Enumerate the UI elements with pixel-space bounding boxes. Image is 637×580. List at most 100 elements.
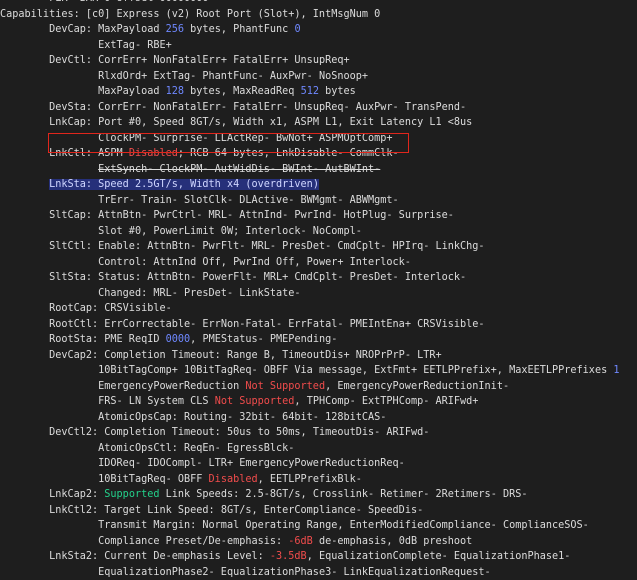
line-indent [0, 489, 49, 500]
line-text: ; RCB 64 bytes, LnkDisable- CommClk- [178, 148, 399, 159]
line-indent [0, 102, 49, 113]
terminal-line: IDOReq- IDOCompl- LTR+ EmergencyPowerRed… [0, 456, 637, 472]
terminal-line: LnkCap: Port #0, Speed 8GT/s, Width x1, … [0, 115, 637, 131]
line-indent [0, 272, 49, 283]
line-indent [0, 319, 49, 330]
line-text: Not Supported [215, 396, 295, 407]
terminal-line: DevCap: MaxPayload 256 bytes, PhantFunc … [0, 22, 637, 38]
terminal-line: EqualizationPhase2- EqualizationPhase3- … [0, 565, 637, 580]
line-indent [0, 427, 49, 438]
line-text: 0000 [166, 334, 191, 345]
line-text: , EqualizationComplete- EqualizationPhas… [307, 551, 571, 562]
terminal-line: ExtTag- RBE+ [0, 38, 637, 54]
terminal-lines: FLR- BAR-0 offset 00000000 Capabilities: … [0, 0, 637, 580]
selected-text: LnkSta: Speed 2.5GT/s, Width x4 (overdri… [49, 179, 319, 190]
line-text: Disabled [209, 474, 258, 485]
line-text: ExtTag- RBE+ [98, 40, 172, 51]
line-text: EqualizationPhase2- EqualizationPhase3- … [98, 567, 491, 578]
line-indent [0, 443, 98, 454]
line-text: Changed: MRL- PresDet- LinkState- [98, 288, 300, 299]
line-text: 256 [166, 24, 184, 35]
terminal-line: Compliance Preset/De-emphasis: -6dB de-e… [0, 534, 637, 550]
line-text: LnkSta2: Current De-emphasis Level: [49, 551, 270, 562]
line-indent [0, 164, 98, 175]
line-text: MaxPayload [98, 86, 165, 97]
line-indent [0, 226, 98, 237]
line-indent [0, 71, 98, 82]
terminal-line: SltSta: Status: AttnBtn- PowerFlt- MRL+ … [0, 270, 637, 286]
line-indent [0, 412, 98, 423]
line-text: RootSta: PME ReqID [49, 334, 166, 345]
line-text: Link Speeds: 2.5-8GT/s, Crosslink- Retim… [159, 489, 527, 500]
line-indent [0, 241, 49, 252]
line-indent [0, 288, 98, 299]
terminal-line: 10BitTagComp+ 10BitTagReq- OBFF Via mess… [0, 363, 637, 379]
line-text: DevCtl2: Completion Timeout: 50us to 50m… [49, 427, 429, 438]
line-text: DevCtl: CorrErr+ NonFatalErr+ FatalErr+ … [49, 55, 350, 66]
line-text: 0 [294, 24, 300, 35]
line-text: LnkCtl2: Target Link Speed: 8GT/s, Enter… [49, 505, 423, 516]
line-indent [0, 520, 98, 531]
line-text: Not Supported [245, 381, 325, 392]
line-text: LnkCtl: ASPM [49, 148, 129, 159]
line-text: Slot #0, PowerLimit 0W; Interlock- NoCom… [98, 226, 362, 237]
terminal-line: SltCap: AttnBtn- PwrCtrl- MRL- AttnInd- … [0, 208, 637, 224]
line-text: IDOReq- IDOCompl- LTR+ EmergencyPowerRed… [98, 458, 405, 469]
terminal-line: EmergencyPowerReduction Not Supported, E… [0, 379, 637, 395]
line-text: , PMEStatus- PMEPending- [190, 334, 337, 345]
line-text: FLR- BAR-0 offset 00000000 [0, 0, 209, 4]
line-text: ExtSynch- ClockPM- AutWidDis- BWInt- Aut… [98, 164, 380, 175]
line-indent [0, 505, 49, 516]
line-indent [0, 133, 98, 144]
line-text: RootCap: CRSVisible- [49, 303, 172, 314]
line-text: LnkCap2: [49, 489, 104, 500]
line-text: SltSta: Status: AttnBtn- PowerFlt- MRL+ … [49, 272, 466, 283]
terminal-line: DevCtl: CorrErr+ NonFatalErr+ FatalErr+ … [0, 53, 637, 69]
line-indent [0, 210, 49, 221]
line-text: RootCtl: ErrCorrectable- ErrNon-Fatal- E… [49, 319, 484, 330]
line-text: 128 [166, 86, 184, 97]
terminal-line: DevCtl2: Completion Timeout: 50us to 50m… [0, 425, 637, 441]
line-text: , TPHComp- ExtTPHComp- ARIFwd+ [294, 396, 478, 407]
line-indent [0, 365, 98, 376]
line-text: 1 [613, 365, 619, 376]
terminal-line: Control: AttnInd Off, PwrInd Off, Power+… [0, 255, 637, 271]
line-text: SltCtl: Enable: AttnBtn- PwrFlt- MRL- Pr… [49, 241, 484, 252]
line-indent [0, 334, 49, 345]
terminal-line: Capabilities: [c0] Express (v2) Root Por… [0, 7, 637, 23]
line-indent [0, 536, 98, 547]
terminal-line: LnkSta2: Current De-emphasis Level: -3.5… [0, 549, 637, 565]
line-indent [0, 179, 49, 190]
line-indent [0, 257, 98, 268]
line-text: AtomicOpsCap: Routing- 32bit- 64bit- 128… [98, 412, 386, 423]
line-text: EmergencyPowerReduction [98, 381, 245, 392]
terminal-output[interactable]: FLR- BAR-0 offset 00000000 Capabilities: … [0, 0, 637, 471]
line-text: bytes, MaxReadReq [184, 86, 301, 97]
terminal-line: RlxdOrd+ ExtTag- PhantFunc- AuxPwr- NoSn… [0, 69, 637, 85]
line-indent [0, 148, 49, 159]
terminal-line: AtomicOpsCap: Routing- 32bit- 64bit- 128… [0, 410, 637, 426]
terminal-line: DevSta: CorrErr- NonFatalErr- FatalErr- … [0, 100, 637, 116]
line-text: SltCap: AttnBtn- PwrCtrl- MRL- AttnInd- … [49, 210, 454, 221]
line-text: DevCap2: Completion Timeout: Range B, Ti… [49, 350, 442, 361]
line-indent [0, 40, 98, 51]
line-indent [0, 551, 49, 562]
line-text: Control: AttnInd Off, PwrInd Off, Power+… [98, 257, 411, 268]
line-indent [0, 567, 98, 578]
line-indent [0, 458, 98, 469]
line-indent [0, 24, 49, 35]
line-text: 10BitTagReq- OBFF [98, 474, 208, 485]
line-text: DevSta: CorrErr- NonFatalErr- FatalErr- … [49, 102, 466, 113]
line-text: 512 [301, 86, 319, 97]
terminal-line: ExtSynch- ClockPM- AutWidDis- BWInt- Aut… [0, 162, 637, 178]
line-text: -3.5dB [270, 551, 307, 562]
terminal-line: ClockPM- Surprise- LLActRep- BwNot+ ASPM… [0, 131, 637, 147]
line-indent [0, 350, 49, 361]
line-indent [0, 303, 49, 314]
line-text: DevCap: MaxPayload [49, 24, 166, 35]
line-text: Compliance Preset/De-emphasis: [98, 536, 288, 547]
line-text: Transmit Margin: Normal Operating Range,… [98, 520, 589, 531]
line-text: de-emphasis, 0dB preshoot [313, 536, 472, 547]
terminal-line: AtomicOpsCtl: ReqEn- EgressBlck- [0, 441, 637, 457]
line-text: LnkCap: Port #0, Speed 8GT/s, Width x1, … [49, 117, 472, 128]
